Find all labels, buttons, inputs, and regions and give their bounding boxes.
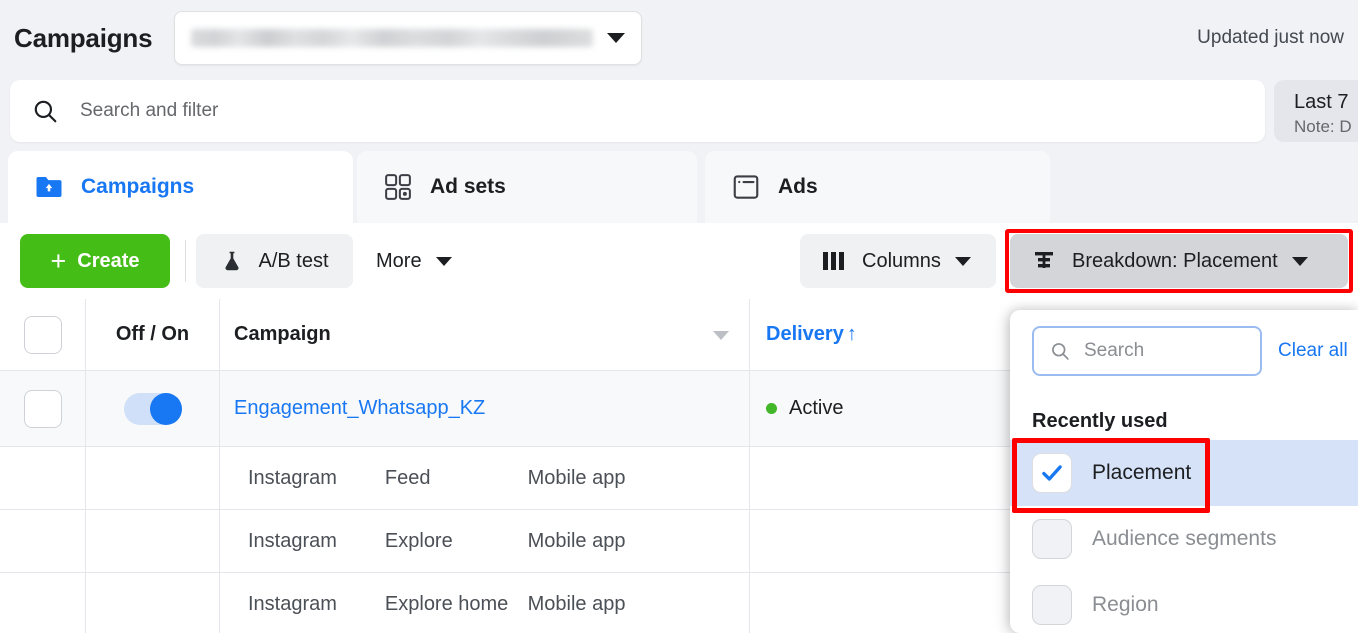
page-title: Campaigns	[14, 22, 153, 53]
status-badge: Active	[789, 397, 844, 419]
create-button[interactable]: + Create	[20, 234, 170, 288]
breakdown-platform: Instagram	[248, 466, 337, 489]
breakdown-placement: Explore home	[384, 592, 509, 615]
toggle-knob	[149, 392, 182, 425]
breakdown-search-input[interactable]: Search	[1032, 326, 1262, 376]
breakdown-label: Breakdown: Placement	[1072, 249, 1278, 272]
row-checkbox[interactable]	[23, 389, 62, 428]
row-breakdown-cell: Instagram Explore Mobile app	[220, 510, 750, 572]
checkbox-unchecked[interactable]	[1032, 519, 1072, 559]
date-range-picker[interactable]: Last 7 Note: D	[1274, 80, 1358, 142]
row-toggle-cell	[86, 447, 220, 509]
chevron-down-icon	[607, 33, 626, 43]
column-header-campaign-label: Campaign	[234, 323, 331, 345]
campaign-name-link[interactable]: Engagement_Whatsapp_KZ	[234, 397, 485, 420]
create-button-label: Create	[77, 249, 140, 272]
breakdown-option-region[interactable]: Region	[1010, 572, 1358, 633]
row-toggle-cell	[86, 573, 220, 633]
date-range-value: Last 7	[1294, 91, 1349, 113]
panel-search-row: Search Clear all	[1010, 322, 1358, 380]
row-select-cell	[0, 573, 86, 633]
columns-icon	[823, 252, 844, 270]
tab-bar: Campaigns Ad sets Ads	[0, 151, 1358, 223]
sort-ascending-icon: ↑	[846, 323, 857, 345]
search-filter-row: Search and filter Last 7 Note: D	[0, 80, 1358, 146]
breakdown-option-label: Audience segments	[1092, 527, 1277, 550]
checkbox-checked[interactable]	[1032, 453, 1072, 493]
chevron-down-icon[interactable]	[713, 330, 729, 340]
clear-all-link[interactable]: Clear all	[1278, 340, 1348, 362]
breakdown-platform: Instagram	[248, 592, 337, 615]
row-toggle-cell	[86, 510, 220, 572]
breakdown-device: Mobile app	[527, 529, 626, 552]
chevron-down-icon	[435, 256, 452, 266]
search-icon	[1052, 343, 1069, 360]
breakdown-placement: Feed	[384, 466, 431, 489]
columns-label: Columns	[862, 249, 941, 272]
tab-campaigns-label: Campaigns	[81, 175, 195, 198]
flask-icon	[225, 251, 239, 271]
toolbar-divider	[185, 240, 186, 282]
grid-four-squares-icon	[385, 174, 411, 200]
row-toggle-cell[interactable]	[86, 371, 220, 446]
select-all-cell[interactable]	[0, 299, 86, 370]
folder-icon	[36, 177, 62, 197]
campaign-on-off-toggle[interactable]	[123, 392, 182, 425]
search-icon	[34, 100, 57, 123]
updated-status: Updated just now	[1197, 27, 1344, 48]
breakdown-option-label: Region	[1092, 593, 1159, 616]
breakdown-device: Mobile app	[527, 466, 626, 489]
column-header-campaign[interactable]: Campaign	[220, 299, 750, 370]
breakdown-option-placement[interactable]: Placement	[1010, 440, 1358, 506]
status-dot-icon	[766, 403, 777, 414]
breakdown-placement: Explore	[384, 529, 453, 552]
tab-ads-label: Ads	[778, 175, 818, 198]
breakdown-dropdown-panel: Search Clear all Recently used Placement…	[1010, 310, 1358, 633]
row-select-cell[interactable]	[0, 371, 86, 446]
account-selector[interactable]	[174, 11, 643, 65]
search-input-placeholder: Search and filter	[80, 100, 219, 121]
breakdown-platform: Instagram	[248, 529, 337, 552]
tab-ad-sets[interactable]: Ad sets	[357, 151, 697, 223]
columns-button[interactable]: Columns	[800, 234, 996, 288]
breakdown-option-label: Placement	[1092, 461, 1192, 484]
column-header-delivery-label: Delivery	[766, 323, 844, 345]
tab-campaigns[interactable]: Campaigns	[8, 151, 353, 223]
select-all-checkbox[interactable]	[23, 315, 62, 354]
row-select-cell	[0, 510, 86, 572]
breakdown-button[interactable]: Breakdown: Placement	[1010, 234, 1348, 288]
breakdown-option-audience-segments[interactable]: Audience segments	[1010, 506, 1358, 572]
column-header-off-on: Off / On	[86, 299, 220, 370]
row-select-cell	[0, 447, 86, 509]
window-card-icon	[733, 175, 759, 199]
chevron-down-icon	[1291, 256, 1308, 266]
page-header: Campaigns Updated just now	[0, 0, 1358, 76]
search-and-filter-bar[interactable]: Search and filter	[10, 80, 1265, 142]
breakdown-lines-icon	[1035, 252, 1053, 268]
checkmark-icon	[1042, 465, 1062, 481]
ab-test-button[interactable]: A/B test	[196, 234, 353, 288]
column-header-off-on-label: Off / On	[115, 323, 190, 345]
tab-ad-sets-label: Ad sets	[430, 175, 506, 198]
ab-test-label: A/B test	[258, 249, 329, 272]
chevron-down-icon	[954, 256, 971, 266]
breakdown-search-placeholder: Search	[1084, 340, 1145, 361]
account-name-redacted	[191, 29, 594, 47]
row-campaign-name-cell[interactable]: Engagement_Whatsapp_KZ	[220, 371, 750, 446]
more-button-label: More	[376, 249, 422, 272]
row-breakdown-cell: Instagram Feed Mobile app	[220, 447, 750, 509]
plus-icon: +	[50, 245, 67, 276]
toolbar: + Create A/B test More Columns Breakdown…	[0, 223, 1358, 299]
checkbox-unchecked[interactable]	[1032, 585, 1072, 625]
tab-ads[interactable]: Ads	[705, 151, 1050, 223]
date-range-note: Note: D	[1294, 117, 1352, 136]
breakdown-device: Mobile app	[527, 592, 626, 615]
ads-manager-campaigns-screen: Campaigns Updated just now Search and fi…	[0, 0, 1358, 633]
more-button[interactable]: More	[376, 234, 452, 288]
recently-used-heading: Recently used	[1032, 410, 1168, 432]
row-breakdown-cell: Instagram Explore home Mobile app	[220, 573, 750, 633]
